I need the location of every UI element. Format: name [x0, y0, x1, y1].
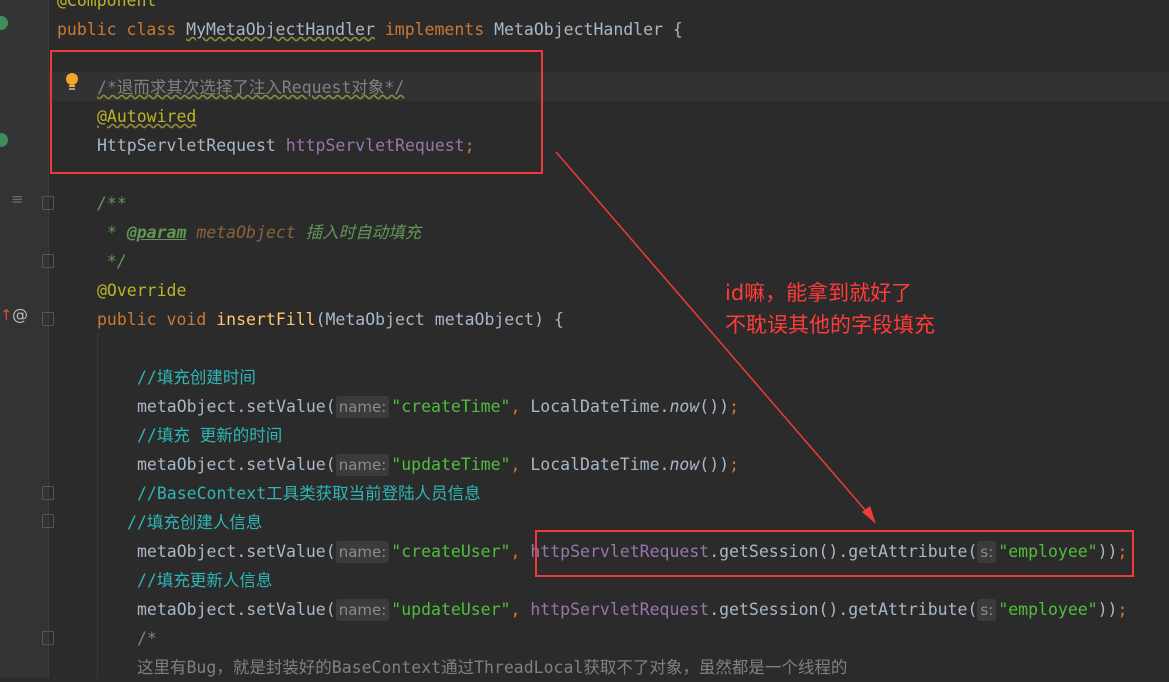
annotation-arrow [555, 151, 876, 524]
annotation-note-line1: id嘛，能拿到就好了 [725, 281, 913, 305]
annotation-note-line2: 不耽误其他的字段填充 [725, 313, 935, 337]
